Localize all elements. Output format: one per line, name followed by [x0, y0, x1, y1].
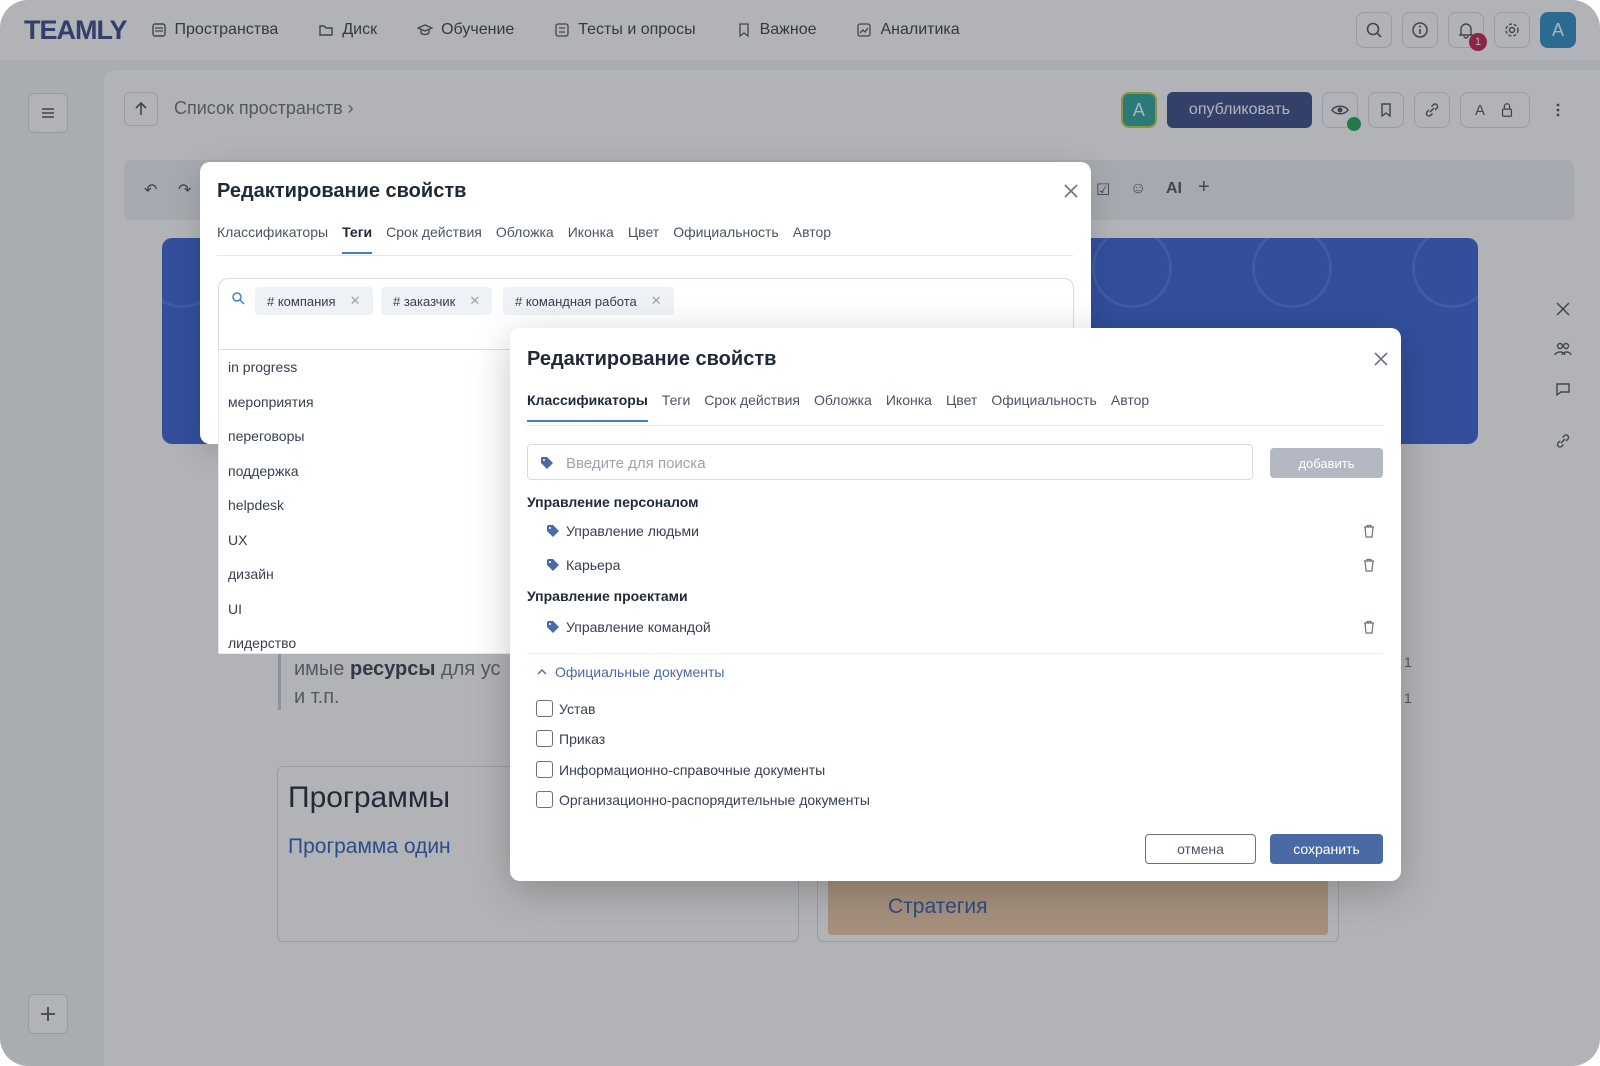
add-classifier-button[interactable]: добавить — [1270, 448, 1383, 478]
remove-tag-icon[interactable]: ✕ — [350, 293, 361, 309]
classifier-item[interactable]: Управление людьми — [546, 518, 1376, 544]
tag-option[interactable]: UX — [219, 523, 517, 558]
tag-option[interactable]: мероприятия — [219, 385, 517, 420]
chevron-up-icon — [537, 669, 547, 675]
tag-option[interactable]: переговоры — [219, 419, 517, 454]
dialog-tabs: Классификаторы Теги Срок действия Обложк… — [527, 392, 1149, 422]
classifier-item[interactable]: Карьера — [546, 552, 1376, 578]
app-window: TEAMLY Пространства Диск Обучение Тесты … — [0, 0, 1600, 1066]
classifier-group-title: Управление персоналом — [527, 494, 699, 510]
tag-suggestions-list: in progress мероприятия переговоры подде… — [218, 350, 518, 654]
remove-tag-icon[interactable]: ✕ — [469, 293, 480, 309]
official-doc-option[interactable]: Приказ — [536, 730, 605, 747]
tab-validity[interactable]: Срок действия — [386, 224, 482, 254]
tag-option[interactable]: in progress — [219, 350, 517, 385]
tag-option[interactable]: поддержка — [219, 454, 517, 489]
classifier-search-input[interactable] — [566, 452, 1226, 474]
tab-classifiers[interactable]: Классификаторы — [527, 392, 648, 422]
properties-dialog-classifiers: Редактирование свойств Классификаторы Те… — [510, 328, 1401, 881]
checkbox[interactable] — [536, 791, 553, 808]
tag-option[interactable]: helpdesk — [219, 488, 517, 523]
tag-option[interactable]: дизайн — [219, 557, 517, 592]
tab-author[interactable]: Автор — [1111, 392, 1149, 422]
cancel-button[interactable]: отмена — [1145, 834, 1256, 864]
tabs-divider — [217, 255, 1073, 256]
tabs-divider — [527, 425, 1383, 426]
classifier-item-label: Карьера — [566, 557, 621, 573]
classifier-item[interactable]: Управление командой — [546, 614, 1376, 640]
tag-icon — [547, 559, 559, 571]
tag-option[interactable]: лидерство — [219, 626, 517, 653]
tag-icon — [547, 525, 559, 537]
tag-chip[interactable]: # компания ✕ — [255, 287, 373, 315]
tag-chip[interactable]: # заказчик ✕ — [381, 287, 493, 315]
checkbox[interactable] — [536, 761, 553, 778]
classifier-item-label: Управление командой — [566, 619, 711, 635]
classifier-group-title: Управление проектами — [527, 588, 688, 604]
tab-validity[interactable]: Срок действия — [704, 392, 800, 422]
close-icon[interactable] — [1062, 182, 1080, 200]
tab-tags[interactable]: Теги — [662, 392, 690, 422]
tag-chip-label: # компания — [267, 293, 336, 309]
classifier-search — [527, 444, 1253, 480]
trash-icon[interactable] — [1362, 524, 1376, 538]
official-docs-folder[interactable]: Официальные документы — [537, 664, 724, 680]
dialog-tabs: Классификаторы Теги Срок действия Обложк… — [217, 224, 831, 254]
checkbox[interactable] — [536, 700, 553, 717]
remove-tag-icon[interactable]: ✕ — [651, 293, 662, 309]
checkbox-label: Устав — [559, 700, 596, 717]
trash-icon[interactable] — [1362, 558, 1376, 572]
tab-tags[interactable]: Теги — [342, 224, 373, 254]
classifier-item-label: Управление людьми — [566, 523, 699, 539]
search-icon — [232, 292, 245, 305]
trash-icon[interactable] — [1362, 620, 1376, 634]
tab-author[interactable]: Автор — [793, 224, 831, 254]
checkbox-label: Организационно-распорядительные документ… — [559, 791, 870, 808]
tag-icon — [547, 621, 559, 633]
save-button[interactable]: сохранить — [1270, 834, 1383, 864]
section-divider — [527, 653, 1383, 654]
tab-cover[interactable]: Обложка — [496, 224, 554, 254]
dialog-title: Редактирование свойств — [217, 180, 467, 202]
tag-chip[interactable]: # командная работа ✕ — [503, 287, 674, 315]
tab-official[interactable]: Официальность — [673, 224, 779, 254]
tag-option[interactable]: UI — [219, 592, 517, 627]
tab-color[interactable]: Цвет — [628, 224, 659, 254]
tag-chip-label: # командная работа — [515, 293, 637, 309]
close-icon[interactable] — [1372, 350, 1390, 368]
tab-cover[interactable]: Обложка — [814, 392, 872, 422]
dialog-title: Редактирование свойств — [527, 348, 777, 370]
checkbox-label: Приказ — [559, 730, 606, 747]
tab-official[interactable]: Официальность — [991, 392, 1097, 422]
official-doc-option[interactable]: Организационно-распорядительные документ… — [536, 791, 870, 808]
tag-chip-label: # заказчик — [393, 293, 456, 309]
checkbox[interactable] — [536, 730, 553, 747]
tab-color[interactable]: Цвет — [946, 392, 977, 422]
tab-classifiers[interactable]: Классификаторы — [217, 224, 328, 254]
folder-label: Официальные документы — [555, 664, 725, 680]
tag-icon — [541, 457, 553, 469]
official-doc-option[interactable]: Устав — [536, 700, 595, 717]
checkbox-label: Информационно-справочные документы — [559, 761, 826, 778]
official-doc-option[interactable]: Информационно-справочные документы — [536, 761, 825, 778]
tab-icon[interactable]: Иконка — [886, 392, 932, 422]
tab-icon[interactable]: Иконка — [568, 224, 614, 254]
